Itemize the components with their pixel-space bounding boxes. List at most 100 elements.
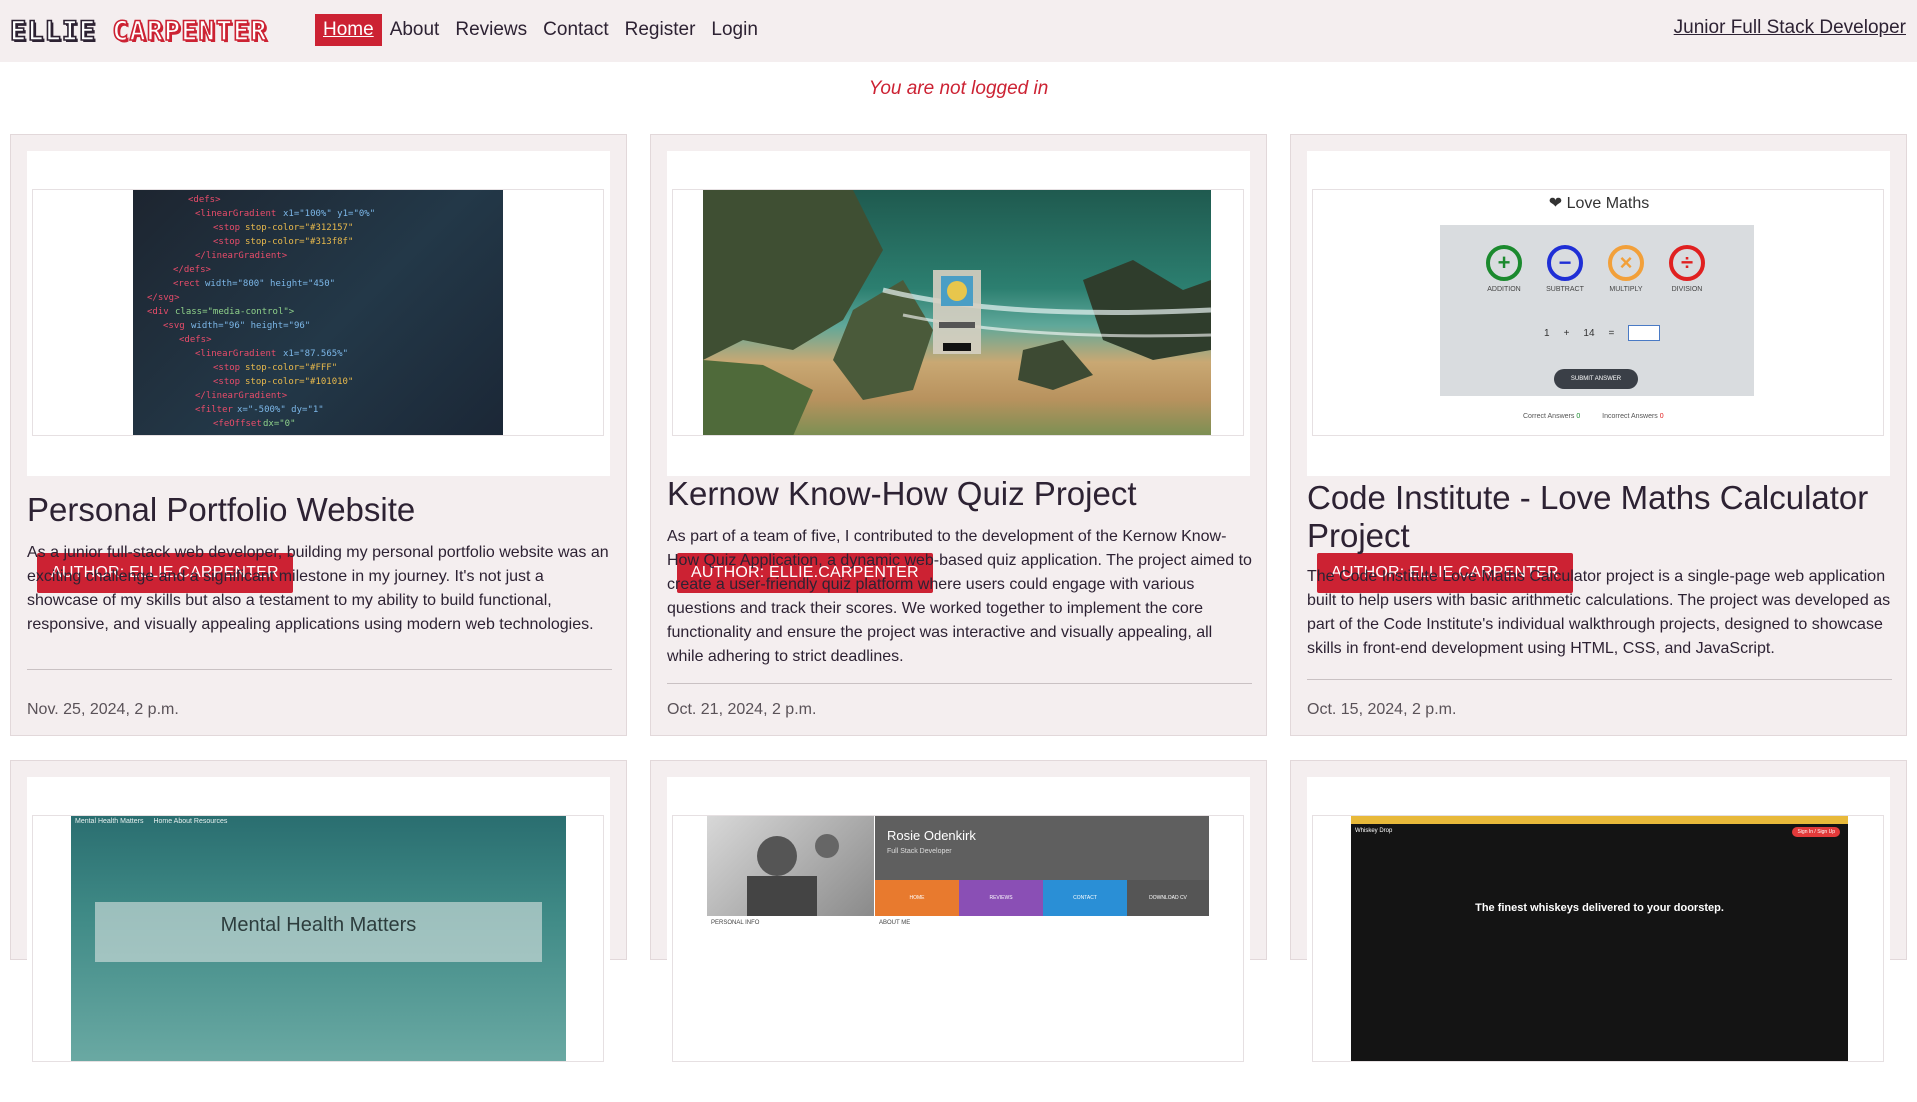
brand-logo[interactable]: ELLIE CARPENTER [9,13,268,49]
svg-text:<div: <div [147,307,169,317]
whiskey-nav-title: Whiskey Drop [1355,828,1393,834]
hero-title: Mental Health Matters [220,914,417,936]
tile-contact[interactable]: CONTACT [1043,880,1127,916]
post-description: As a junior full-stack web developer, bu… [27,544,609,633]
svg-text:class="media-control">: class="media-control"> [175,307,295,317]
svg-text:<stop: <stop [213,237,240,247]
svg-text:stop-color="#FFF": stop-color="#FFF" [245,363,337,373]
post-date: Oct. 21, 2024, 2 p.m. [667,701,817,718]
svg-text:x1="87.565%": x1="87.565%" [283,349,348,359]
svg-text:<rect: <rect [173,279,200,289]
svg-text:<stop: <stop [213,223,240,233]
svg-text:<defs>: <defs> [179,335,212,345]
post-image: Mental Health Matters Home About Resourc… [32,815,604,1062]
division-icon: ÷ [1669,245,1705,281]
addition-label: ADDITION [1487,286,1521,293]
about-me-label: ABOUT ME [879,920,911,926]
post-image-frame [667,151,1250,476]
post-image [672,189,1244,436]
post-image-frame: Whiskey Drop Sign In / Sign Up The fines… [1307,777,1890,1102]
post-date: Nov. 25, 2024, 2 p.m. [27,701,179,718]
svg-text:<linearGradient: <linearGradient [195,209,276,219]
division-label: DIVISION [1671,286,1703,293]
post-image: <defs> <linearGradient x1="100%" y1="0%" … [32,189,604,436]
announcement-bar [1351,816,1848,824]
post-description: The Code Institute Love Maths Calculator… [1307,568,1891,657]
love-maths-screenshot: ❤ Love Maths + − × ÷ ADDITION SUBTRACT M… [1313,190,1883,435]
navbar: ELLIE CARPENTER Home About Reviews Conta… [0,0,1917,62]
subtract-icon: − [1547,245,1583,281]
portrait-graphic [747,834,839,916]
post-title[interactable]: Kernow Know-How Quiz Project [667,475,1252,513]
mental-health-nav: Mental Health Matters Home About Resourc… [75,818,228,825]
svg-text:<stop: <stop [213,363,240,373]
post-image-frame: <defs> <linearGradient x1="100%" y1="0%" … [27,151,610,476]
divider [27,669,612,670]
maths-question: 1 + 14 = [1544,325,1661,341]
svg-text:dx="0": dx="0" [263,419,296,429]
post-image: Rosie Odenkirk Full Stack Developer HOME… [672,815,1244,1062]
post-card[interactable]: <defs> <linearGradient x1="100%" y1="0%" … [10,134,627,736]
nav-link-reviews[interactable]: Reviews [447,14,535,46]
post-image-frame: ❤ Love Maths + − × ÷ ADDITION SUBTRACT M… [1307,151,1890,476]
svg-text:</linearGradient>: </linearGradient> [195,251,288,261]
svg-text:stop-color="#313f8f": stop-color="#313f8f" [245,237,353,247]
code-screenshot: <defs> <linearGradient x1="100%" y1="0%" … [133,190,503,435]
svg-text:x="-500%" dy="1": x="-500%" dy="1" [237,405,324,415]
svg-text:<linearGradient: <linearGradient [195,349,276,359]
beach-graphic [703,190,1211,435]
svg-text:width="96" height="96": width="96" height="96" [191,321,310,331]
profile-header: Rosie Odenkirk Full Stack Developer [875,816,1209,880]
svg-text:<defs>: <defs> [188,195,221,205]
whiskey-hero: The finest whiskeys delivered to your do… [1475,902,1724,914]
multiply-label: MULTIPLY [1609,286,1643,293]
post-image-frame: Rosie Odenkirk Full Stack Developer HOME… [667,777,1250,1102]
post-description: As part of a team of five, I contributed… [667,528,1252,665]
post-card[interactable]: Whiskey Drop Sign In / Sign Up The fines… [1290,760,1907,1102]
submit-answer-button[interactable]: SUBMIT ANSWER [1554,369,1638,389]
post-title[interactable]: Personal Portfolio Website [27,491,612,529]
tagline-link[interactable]: Junior Full Stack Developer [1674,17,1906,39]
tile-home[interactable]: HOME [875,880,959,916]
nav-link-login[interactable]: Login [703,14,766,46]
answer-box[interactable] [1628,325,1661,341]
post-card[interactable]: AUTHOR: ELLIE.CARPENTER Kernow Know-How … [650,134,1267,736]
post-card[interactable]: Mental Health Matters Home About Resourc… [10,760,627,1102]
code-lines-graphic: <defs> <linearGradient x1="100%" y1="0%" … [147,195,375,429]
svg-text:</defs>: </defs> [173,265,212,275]
beach-screenshot [703,190,1211,435]
nav-links: Home About Reviews Contact Register Logi… [315,14,766,46]
svg-text:stop-color="#101010": stop-color="#101010" [245,377,353,387]
svg-text:</svg>: </svg> [147,293,180,303]
profile-role: Full Stack Developer [887,848,952,855]
profile-name: Rosie Odenkirk [887,828,976,843]
post-title[interactable]: Code Institute - Love Maths Calculator P… [1307,479,1892,555]
svg-text:<filter: <filter [195,405,234,415]
mental-health-screenshot: Mental Health Matters Home About Resourc… [71,816,566,1061]
post-image: ❤ Love Maths + − × ÷ ADDITION SUBTRACT M… [1312,189,1884,436]
nav-link-about[interactable]: About [382,14,448,46]
nav-link-register[interactable]: Register [617,14,704,46]
tile-download[interactable]: DOWNLOAD CV [1127,880,1209,916]
brand-last-name: CARPENTER [111,15,268,48]
svg-text:<stop: <stop [213,377,240,387]
nav-link-contact[interactable]: Contact [535,14,616,46]
svg-text:stop-color="#312157": stop-color="#312157" [245,223,353,233]
love-maths-heading: ❤ Love Maths [1548,195,1650,212]
divider [667,683,1252,684]
whiskey-screenshot: Whiskey Drop Sign In / Sign Up The fines… [1351,816,1848,1061]
post-card[interactable]: ❤ Love Maths + − × ÷ ADDITION SUBTRACT M… [1290,134,1907,736]
login-status: You are not logged in [868,78,1049,99]
tile-reviews[interactable]: REVIEWS [959,880,1043,916]
svg-text:width="800" height="450": width="800" height="450" [205,279,335,289]
brand-first-name: ELLIE [9,15,97,48]
maths-panel: + − × ÷ ADDITION SUBTRACT MULTIPLY DIVIS… [1440,225,1754,396]
nav-link-home[interactable]: Home [315,14,382,46]
portrait-image [707,816,874,916]
addition-icon: + [1486,245,1522,281]
divider [1307,679,1892,680]
post-card[interactable]: Rosie Odenkirk Full Stack Developer HOME… [650,760,1267,1102]
post-image-frame: Mental Health Matters Home About Resourc… [27,777,610,1102]
sign-in-button[interactable]: Sign In / Sign Up [1792,827,1840,837]
personal-info-label: PERSONAL INFO [711,920,760,926]
